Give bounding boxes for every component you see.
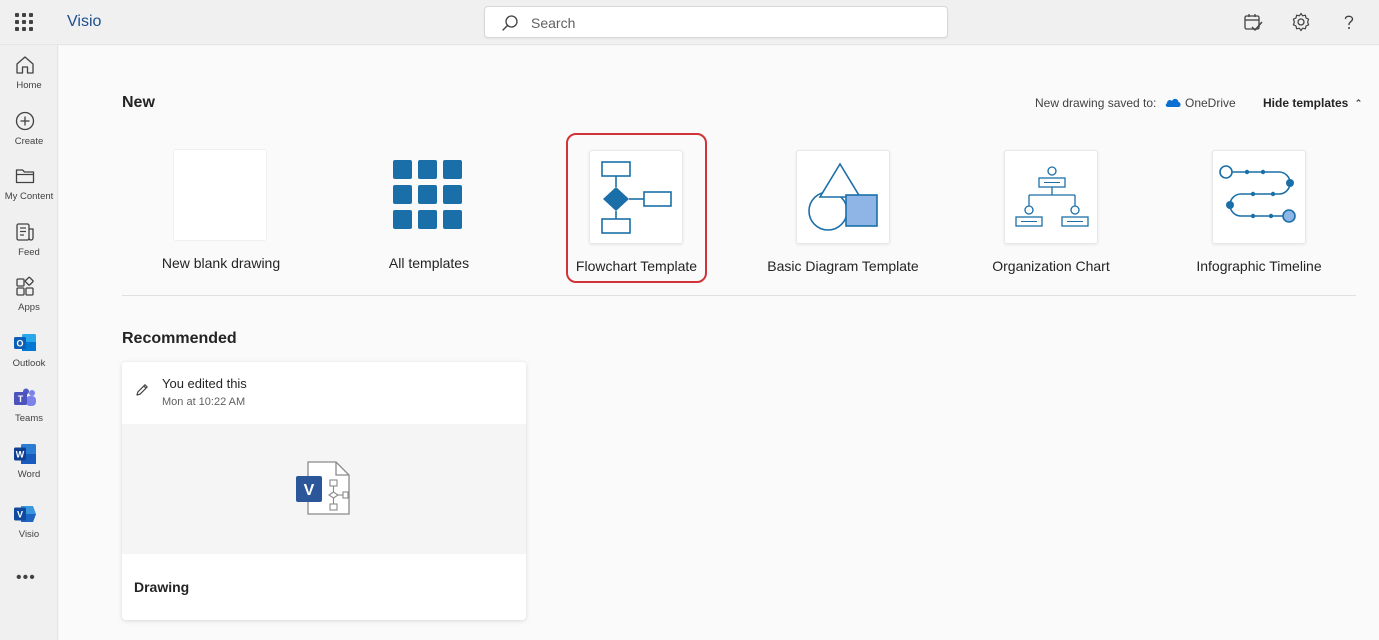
home-icon: [16, 56, 34, 74]
visio-icon: V: [14, 506, 36, 522]
template-label: All templates: [388, 255, 470, 271]
hide-templates-label: Hide templates: [1263, 96, 1349, 110]
new-section-title: New: [122, 94, 155, 111]
saved-to-location[interactable]: OneDrive: [1185, 96, 1236, 110]
svg-text:V: V: [17, 510, 23, 520]
app-title[interactable]: Visio: [67, 13, 101, 31]
template-label: New blank drawing: [161, 255, 281, 271]
onedrive-icon: [1165, 98, 1181, 107]
app-launcher-icon[interactable]: [15, 13, 33, 31]
template-basic-diagram[interactable]: Basic Diagram Template: [763, 150, 923, 280]
template-flowchart[interactable]: Flowchart Template: [568, 150, 705, 280]
help-icon[interactable]: [1338, 11, 1360, 33]
nav-create-label: Create: [14, 136, 44, 147]
nav-teams-label: Teams: [15, 413, 43, 424]
apps-icon: [16, 276, 34, 296]
svg-text:O: O: [16, 339, 23, 349]
nav-word[interactable]: W Word: [0, 443, 58, 493]
card-timestamp: Mon at 10:22 AM: [162, 396, 246, 408]
whats-new-icon[interactable]: [1242, 11, 1264, 33]
nav-home[interactable]: Home: [0, 54, 58, 104]
nav-apps-label: Apps: [18, 302, 40, 313]
nav-my-content-label: My Content: [4, 191, 54, 202]
settings-gear-icon[interactable]: [1290, 11, 1312, 33]
nav-teams[interactable]: T Teams: [0, 387, 58, 437]
recommended-section-title: Recommended: [122, 330, 237, 347]
section-divider: [122, 295, 1356, 296]
card-preview: V: [122, 424, 526, 554]
template-label: Infographic Timeline: [1196, 258, 1322, 274]
template-label: Organization Chart: [992, 258, 1110, 274]
basic-diagram-thumbnail: [796, 150, 890, 244]
org-chart-thumbnail: [1004, 150, 1098, 244]
nav-feed-label: Feed: [18, 247, 40, 258]
template-label: Basic Diagram Template: [767, 258, 919, 274]
svg-text:T: T: [18, 394, 24, 404]
nav-word-label: Word: [17, 469, 41, 480]
template-organization-chart[interactable]: Organization Chart: [981, 150, 1121, 280]
nav-outlook-label: Outlook: [12, 358, 46, 369]
grid-icon: [393, 160, 462, 229]
timeline-thumbnail: [1212, 150, 1306, 244]
flowchart-icon: [601, 161, 672, 234]
flowchart-thumbnail: [589, 150, 683, 244]
top-bar: Visio: [0, 0, 1379, 45]
blank-drawing-thumbnail: [173, 149, 267, 241]
card-file-name: Drawing: [134, 579, 190, 595]
search-input[interactable]: [531, 13, 911, 33]
hide-templates-button[interactable]: Hide templates ⌃: [1263, 96, 1362, 110]
template-infographic-timeline[interactable]: Infographic Timeline: [1189, 150, 1329, 280]
nav-visio[interactable]: V Visio: [0, 503, 58, 553]
word-icon: W: [14, 444, 36, 464]
nav-my-content[interactable]: My Content: [0, 165, 58, 215]
nav-home-label: Home: [16, 80, 42, 91]
nav-visio-label: Visio: [18, 529, 40, 540]
svg-text:V: V: [304, 482, 315, 499]
visio-file-icon: V: [296, 461, 350, 515]
svg-text:W: W: [16, 450, 25, 460]
nav-feed[interactable]: Feed: [0, 221, 58, 271]
template-all-templates[interactable]: All templates: [369, 156, 489, 276]
left-nav-rail: Home Create My Content Feed Apps O Outlo…: [0, 45, 58, 640]
nav-apps[interactable]: Apps: [0, 276, 58, 326]
shapes-icon: [808, 162, 878, 231]
template-label: Flowchart Template: [575, 258, 698, 274]
chevron-up-icon: ⌃: [1354, 98, 1363, 108]
recommended-file-card[interactable]: You edited this Mon at 10:22 AM V Drawin…: [122, 362, 526, 620]
search-box[interactable]: [484, 6, 948, 38]
card-activity: You edited this: [162, 376, 247, 391]
search-icon: [502, 15, 518, 31]
folder-icon: [15, 169, 35, 184]
nav-outlook[interactable]: O Outlook: [0, 332, 58, 382]
template-new-blank-drawing[interactable]: New blank drawing: [159, 146, 283, 276]
main-content: New New drawing saved to: OneDrive Hide …: [59, 46, 1379, 640]
edit-pencil-icon: [136, 384, 148, 396]
nav-create[interactable]: Create: [0, 110, 58, 160]
plus-circle-icon: [15, 111, 35, 131]
more-icon[interactable]: •••: [16, 569, 36, 586]
org-chart-icon: [1015, 166, 1089, 227]
outlook-icon: O: [14, 334, 36, 351]
teams-icon: T: [14, 388, 36, 406]
saved-to-label: New drawing saved to:: [1035, 96, 1157, 110]
feed-icon: [16, 223, 34, 241]
timeline-icon: [1219, 165, 1296, 223]
